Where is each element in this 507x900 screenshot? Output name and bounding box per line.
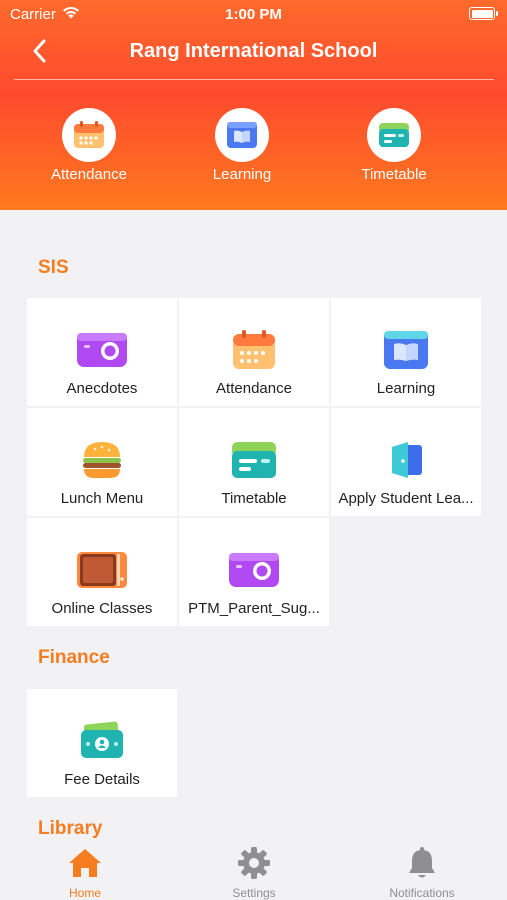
book-icon (227, 122, 257, 148)
section-title-sis: SIS (38, 257, 69, 278)
calendar-icon (74, 121, 104, 148)
tile-label: PTM_Parent_Sug... (188, 600, 320, 617)
tab-notifications[interactable]: Notifications (352, 846, 492, 900)
section-title-library: Library (38, 818, 103, 839)
status-bar: Carrier 1:00 PM (0, 0, 507, 28)
tile-label: Online Classes (51, 600, 153, 617)
quick-attendance-circle (62, 108, 116, 162)
classroom-icon (77, 552, 127, 588)
camera-icon (77, 333, 127, 367)
quick-timetable-button[interactable]: Timetable (334, 108, 454, 183)
tile-timetable[interactable]: Timetable (179, 408, 329, 516)
quick-timetable-circle (367, 108, 421, 162)
tile-attendance[interactable]: Attendance (179, 298, 329, 406)
bottom-tab-bar: Home Settings Notifications (0, 840, 507, 900)
quick-timetable-label: Timetable (361, 166, 427, 183)
timetable-icon (232, 442, 276, 478)
tile-learning[interactable]: Learning (331, 298, 481, 406)
tab-home[interactable]: Home (15, 846, 155, 900)
camera-icon (229, 553, 279, 587)
tab-notifications-label: Notifications (389, 886, 455, 900)
tile-ptm-parent-suggestion[interactable]: PTM_Parent_Sug... (179, 518, 329, 626)
status-time: 1:00 PM (225, 6, 282, 23)
money-icon (81, 721, 123, 758)
nav-divider (14, 79, 494, 80)
timetable-icon (379, 123, 409, 147)
tile-lunch-menu[interactable]: Lunch Menu (27, 408, 177, 516)
battery-icon (469, 7, 498, 20)
tile-label: Lunch Menu (60, 490, 144, 507)
tile-apply-student-leave[interactable]: Apply Student Lea... (331, 408, 481, 516)
tile-label: Timetable (221, 490, 287, 507)
quick-learning-circle (215, 108, 269, 162)
book-icon (384, 331, 428, 369)
tile-label: Apply Student Lea... (338, 490, 474, 507)
tile-anecdotes[interactable]: Anecdotes (27, 298, 177, 406)
navigation-bar: Rang International School (0, 30, 507, 76)
quick-learning-button[interactable]: Learning (182, 108, 302, 183)
tile-label: Attendance (216, 380, 292, 397)
quick-learning-label: Learning (212, 166, 272, 183)
tab-settings-label: Settings (232, 886, 276, 900)
home-icon (69, 849, 101, 877)
tile-online-classes[interactable]: Online Classes (27, 518, 177, 626)
header-banner: Carrier 1:00 PM Rang International Schoo… (0, 0, 507, 210)
bell-icon (409, 847, 435, 878)
quick-attendance-button[interactable]: Attendance (29, 108, 149, 183)
tile-label: Anecdotes (66, 380, 138, 397)
burger-icon (83, 442, 121, 478)
door-icon (392, 442, 422, 478)
tile-fee-details[interactable]: Fee Details (27, 689, 177, 797)
tab-settings[interactable]: Settings (184, 846, 324, 900)
quick-attendance-label: Attendance (51, 166, 127, 183)
section-title-finance: Finance (38, 647, 110, 668)
tile-label: Learning (376, 380, 436, 397)
gear-icon (238, 847, 270, 879)
tab-home-label: Home (68, 886, 101, 900)
calendar-icon (233, 330, 275, 369)
tile-label: Fee Details (64, 771, 140, 788)
page-title: Rang International School (129, 40, 378, 62)
